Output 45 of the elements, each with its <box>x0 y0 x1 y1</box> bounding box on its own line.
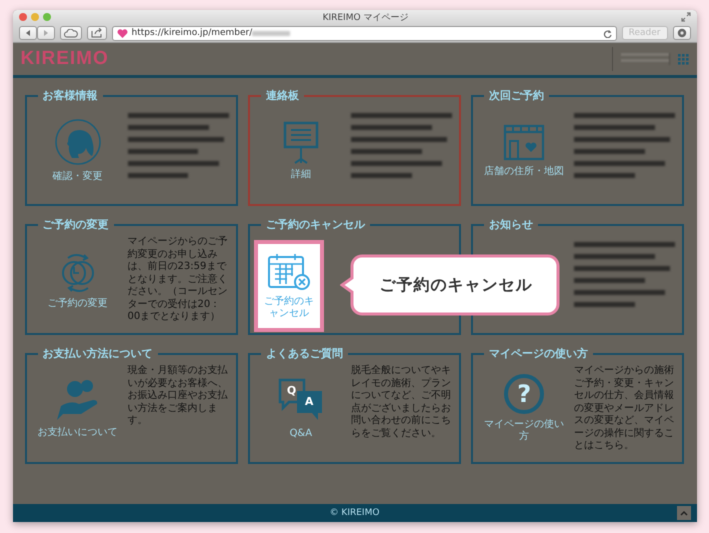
window-title: KIREIMO マイページ <box>322 12 410 24</box>
card-link[interactable]: 詳細 <box>290 169 311 181</box>
share-icon <box>90 28 102 38</box>
card-title: ご予約のキャンセル <box>264 217 366 232</box>
card-title: ご予約の変更 <box>42 217 110 232</box>
heart-icon <box>116 28 128 38</box>
card-link[interactable]: ご予約の変更 <box>48 298 108 310</box>
address-field[interactable]: https://kireimo.jp/member/ <box>112 26 617 40</box>
settings-button[interactable] <box>672 26 690 40</box>
card-title: お客様情報 <box>42 88 98 103</box>
fullscreen-icon <box>680 12 690 22</box>
card-link[interactable]: 確認・変更 <box>52 171 102 183</box>
card-title: 連絡板 <box>264 88 300 103</box>
cloud-button[interactable] <box>60 26 82 40</box>
card-description: マイページからのご予約変更のお申し込みは、前日の23:59までとなります。ご注意ください。（コールセンターでの受付は20：00までとなります） <box>128 236 228 324</box>
storefront-icon <box>502 123 546 161</box>
highlighted-cancel-tile[interactable]: ご予約のキャンセル <box>254 240 324 332</box>
caret-up-icon <box>680 510 688 516</box>
card-title: お知らせ <box>488 217 534 232</box>
card-title: お支払い方法について <box>42 346 154 361</box>
calendar-cancel-icon <box>266 252 311 292</box>
card-title: よくあるご質問 <box>264 346 344 361</box>
person-silhouette-icon <box>54 118 102 166</box>
card-description: 現金・月額等のお支払いが必要なお客様へ、お振込み口座やお支払い方法をご案内します。 <box>128 365 228 428</box>
back-button[interactable] <box>18 26 36 40</box>
card-link[interactable]: お支払いについて <box>38 427 118 439</box>
help-icon: ? <box>504 374 544 414</box>
cloud-icon <box>64 28 78 38</box>
card-description: 脱毛全般についてやキレイモの施術、プランについてなど、ご不明点がございましたらお問い合わせの前にこちらをご覧ください。 <box>350 365 452 440</box>
card-link[interactable]: マイページの使い方 <box>480 419 568 443</box>
url-text: https://kireimo.jp/member/ <box>132 28 252 38</box>
scroll-top-button[interactable] <box>676 506 690 520</box>
card-title: 次回ご予約 <box>488 88 546 103</box>
card-link[interactable]: 店舗の住所・地図 <box>484 166 564 178</box>
card-title: マイページの使い方 <box>488 346 590 361</box>
settings-icon <box>676 28 686 38</box>
card-description: マイページからの施術ご予約・変更・キャンセルの仕方、会員情報の変更やメールアドレスの変更など、マイページの操作に関することはこちら。 <box>574 365 676 452</box>
share-button[interactable] <box>86 26 106 40</box>
callout-bubble: ご予約のキャンセル <box>340 254 560 316</box>
copyright-text: © KIREIMO <box>330 508 380 518</box>
forward-button[interactable] <box>36 26 54 40</box>
back-arrow-icon <box>24 29 32 37</box>
reload-icon <box>602 28 612 38</box>
forward-arrow-icon <box>42 29 50 37</box>
card-link[interactable]: Q&A <box>290 428 312 440</box>
